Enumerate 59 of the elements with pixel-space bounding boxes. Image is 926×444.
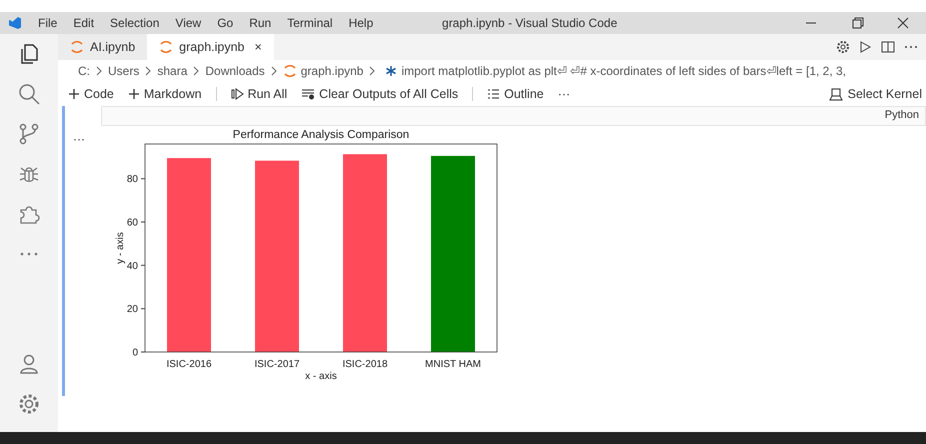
notebook-icon xyxy=(282,65,297,77)
run-icon[interactable] xyxy=(858,40,872,54)
asterisk-icon xyxy=(385,65,398,77)
menu-item[interactable]: View xyxy=(167,14,210,32)
plus-icon xyxy=(68,88,80,100)
breadcrumb-item[interactable]: Users xyxy=(108,62,140,80)
menu-item[interactable]: Help xyxy=(340,14,382,32)
y-tick-label: 20 xyxy=(126,304,138,316)
y-tick-label: 80 xyxy=(126,174,138,186)
more-button[interactable]: ··· xyxy=(558,84,570,104)
breadcrumb-item[interactable]: import matplotlib.pyplot as plt⏎ ⏎# x-coordinates of left sides of bars⏎left = [1, 2, 3, xyxy=(385,62,846,80)
run-all-icon xyxy=(230,88,244,100)
x-tick-label: ISIC-2018 xyxy=(342,359,388,370)
notebook-icon xyxy=(70,41,84,53)
notebook-icon xyxy=(159,41,174,53)
x-tick-label: ISIC-2016 xyxy=(166,359,212,370)
editor-tab[interactable]: graph.ipynb × xyxy=(147,34,274,60)
y-tick xyxy=(140,264,146,266)
kernel-icon xyxy=(828,88,843,100)
menu-item[interactable]: Run xyxy=(241,14,280,32)
y-tick-label: 60 xyxy=(126,218,138,228)
y-tick-label: 40 xyxy=(126,260,138,272)
search-icon[interactable] xyxy=(17,82,41,106)
gear-icon[interactable] xyxy=(836,40,850,54)
chart-title: Performance Analysis Comparison xyxy=(232,129,410,141)
toolbar-button[interactable]: Markdown xyxy=(128,84,202,104)
breadcrumb-item[interactable]: Downloads xyxy=(205,62,265,80)
output-menu[interactable]: ··· xyxy=(65,126,85,388)
menu-item[interactable]: Go xyxy=(209,14,242,32)
menu-item[interactable]: Selection xyxy=(102,14,168,32)
breadcrumb-item[interactable]: C: xyxy=(78,62,90,80)
breadcrumb-item[interactable]: shara xyxy=(157,62,188,80)
editor-tab[interactable]: AI.ipynb xyxy=(58,34,148,60)
app-logo-icon xyxy=(8,16,22,30)
close-tab-icon[interactable]: × xyxy=(254,38,262,56)
clear-outputs-icon xyxy=(301,88,316,100)
source-control-icon[interactable] xyxy=(17,122,41,146)
settings-icon[interactable] xyxy=(17,392,41,416)
y-tick xyxy=(140,178,146,180)
split-editor-icon[interactable] xyxy=(880,40,896,54)
toolbar-button[interactable]: Run All xyxy=(230,84,288,104)
kernel-button[interactable]: Select Kernel xyxy=(828,84,922,104)
toolbar-button[interactable]: Clear Outputs of All Cells xyxy=(301,84,458,104)
breadcrumb-item[interactable]: graph.ipynb xyxy=(282,62,364,80)
window-title: graph.ipynb - Visual Studio Code xyxy=(442,16,618,30)
menu-item[interactable]: File xyxy=(30,14,66,32)
y-tick-label: 0 xyxy=(132,348,138,358)
x-tick-label: MNIST HAM xyxy=(425,359,481,370)
language-label[interactable]: Python xyxy=(101,106,926,126)
toolbar-button[interactable]: Code xyxy=(68,84,114,104)
plus-icon xyxy=(128,88,140,100)
list-icon xyxy=(487,88,500,100)
y-axis-label: y - axis xyxy=(115,232,126,264)
menu-item[interactable]: Edit xyxy=(65,14,102,32)
toolbar-button[interactable]: Outline xyxy=(487,84,544,104)
menu-item[interactable]: Terminal xyxy=(279,14,341,32)
x-tick-label: ISIC-2017 xyxy=(254,359,300,370)
x-axis-label: x - axis xyxy=(305,371,337,382)
y-tick xyxy=(140,308,146,310)
